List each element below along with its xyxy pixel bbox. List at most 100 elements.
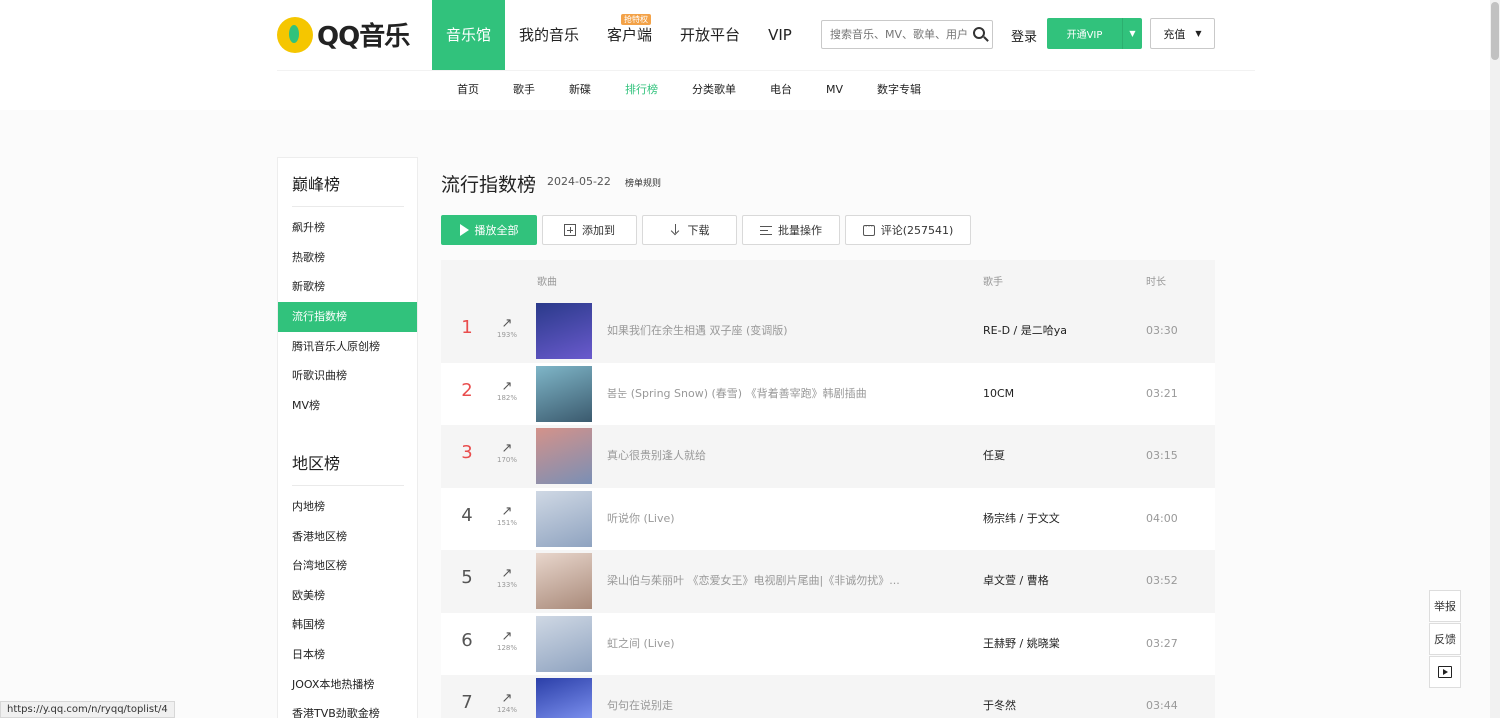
open-vip-button[interactable]: 开通VIP ▼ — [1047, 18, 1142, 49]
caret-down-icon[interactable]: ▼ — [1123, 29, 1142, 38]
arrow-up-icon: ↗ — [501, 691, 513, 706]
table-row[interactable]: 5 ↗ 133% 梁山伯与茱丽叶 《恋爱女王》电视剧片尾曲|《非诚勿扰》... 卓文萱 … — [441, 550, 1215, 613]
sidebar-item-mainland[interactable]: 内地榜 — [278, 492, 417, 522]
status-url: https://y.qq.com/n/ryqq/toplist/4 — [0, 701, 175, 718]
comment-button[interactable]: 评论(257541) — [845, 215, 971, 245]
search-icon[interactable] — [973, 27, 985, 39]
sidebar-item-mv[interactable]: MV榜 — [278, 391, 417, 421]
download-button[interactable]: 下载 — [642, 215, 737, 245]
sidebar-item-soaring[interactable]: 飙升榜 — [278, 213, 417, 243]
subnav-digital-albums[interactable]: 数字专辑 — [860, 70, 938, 110]
rank-change-percent: 128% — [496, 643, 517, 652]
play-all-button[interactable]: 播放全部 — [441, 215, 537, 245]
search-input[interactable] — [822, 21, 968, 48]
column-singer: 歌手 — [983, 277, 1003, 288]
sidebar-item-new[interactable]: 新歌榜 — [278, 272, 417, 302]
sidebar-item-hot[interactable]: 热歌榜 — [278, 243, 417, 273]
batch-operation-button[interactable]: 批量操作 — [742, 215, 840, 245]
play-all-label: 播放全部 — [474, 224, 519, 237]
page-title: 流行指数榜 — [441, 174, 537, 196]
sidebar-item-western[interactable]: 欧美榜 — [278, 581, 417, 611]
table-row[interactable]: 1 ↗ 193% 如果我们在余生相遇 双子座 (变调版) RE-D / 是二哈ya 03:… — [441, 300, 1215, 363]
album-cover[interactable] — [536, 490, 592, 547]
subnav-home[interactable]: 首页 — [440, 70, 496, 110]
singer-name[interactable]: 于冬然 — [983, 675, 1016, 718]
nav-client-label: 客户端 — [607, 26, 653, 44]
album-cover[interactable] — [536, 428, 592, 484]
report-button[interactable]: 举报 — [1429, 590, 1461, 622]
recharge-button[interactable]: 充值 ▼ — [1150, 18, 1215, 49]
rank-trend: ↗ 170% — [495, 442, 519, 464]
chart-rules-link[interactable]: 榜单规则 — [625, 176, 661, 189]
open-vip-label: 开通VIP — [1066, 30, 1103, 41]
add-to-button[interactable]: 添加到 — [542, 215, 637, 245]
nav-music-hall[interactable]: 音乐馆 — [432, 0, 506, 70]
song-title[interactable]: 句句在说别走 — [607, 675, 907, 718]
rank-number: 3 — [461, 442, 473, 463]
client-badge: 抢特权 — [621, 14, 652, 25]
logo-icon — [277, 16, 313, 53]
singer-name[interactable]: 卓文萱 / 曹格 — [983, 550, 1049, 613]
sidebar-item-japan[interactable]: 日本榜 — [278, 640, 417, 670]
feedback-button[interactable]: 反馈 — [1429, 623, 1461, 655]
nav-vip[interactable]: VIP — [754, 0, 806, 70]
table-row[interactable]: 7 ↗ 124% 句句在说别走 于冬然 03:44 — [441, 675, 1215, 718]
chart-sidebar: 巅峰榜 飙升榜 热歌榜 新歌榜 流行指数榜 腾讯音乐人原创榜 听歌识曲榜 MV榜… — [277, 157, 418, 718]
subnav-playlists[interactable]: 分类歌单 — [675, 70, 753, 110]
song-title[interactable]: 梁山伯与茱丽叶 《恋爱女王》电视剧片尾曲|《非诚勿扰》... — [607, 550, 907, 613]
rank-number: 6 — [461, 629, 473, 651]
album-cover[interactable] — [536, 303, 592, 359]
scrollbar-thumb[interactable] — [1491, 2, 1499, 60]
table-row[interactable]: 4 ↗ 151% 听说你 (Live) 杨宗纬 / 于文文 04:00 — [441, 487, 1215, 551]
singer-name[interactable]: 10CM — [983, 363, 1014, 426]
comment-label: 评论(257541) — [880, 224, 954, 237]
subnav-radio[interactable]: 电台 — [753, 70, 809, 110]
login-link[interactable]: 登录 — [1011, 26, 1037, 45]
top-header: QQ音乐 音乐馆 我的音乐 客户端 抢特权 开放平台 VIP 登录 开通VIP … — [0, 0, 1490, 110]
sidebar-item-song-recognition[interactable]: 听歌识曲榜 — [278, 361, 417, 391]
album-cover[interactable] — [536, 678, 592, 718]
subnav-mv[interactable]: MV — [809, 70, 860, 110]
song-duration: 03:21 — [1146, 386, 1178, 400]
subnav-singers[interactable]: 歌手 — [496, 70, 552, 110]
song-duration: 03:52 — [1146, 574, 1178, 587]
song-title[interactable]: 虹之间 (Live) — [607, 613, 907, 676]
song-title[interactable]: 봄눈 (Spring Snow) (春雪) 《背着善宰跑》韩剧插曲 — [607, 363, 907, 426]
subnav-new-albums[interactable]: 新碟 — [552, 70, 608, 110]
sidebar-item-original[interactable]: 腾讯音乐人原创榜 — [278, 332, 417, 362]
sidebar-item-hongkong[interactable]: 香港地区榜 — [278, 522, 417, 552]
album-cover[interactable] — [536, 615, 592, 672]
song-duration: 03:30 — [1146, 324, 1178, 337]
recharge-label: 充值 — [1163, 27, 1186, 41]
rank-trend: ↗ 193% — [495, 317, 519, 339]
sidebar-item-popularity[interactable]: 流行指数榜 — [278, 302, 417, 332]
sidebar-item-korea[interactable]: 韩国榜 — [278, 610, 417, 640]
qq-music-logo[interactable]: QQ音乐 — [277, 16, 410, 53]
nav-my-music[interactable]: 我的音乐 — [505, 0, 593, 70]
sidebar-item-joox[interactable]: JOOX本地热播榜 — [278, 670, 417, 700]
table-row[interactable]: 2 ↗ 182% 봄눈 (Spring Snow) (春雪) 《背着善宰跑》韩剧插曲 1… — [441, 362, 1215, 426]
caret-down-icon: ▼ — [1195, 29, 1202, 38]
rank-change-percent: 133% — [496, 581, 517, 589]
scrollbar-track[interactable] — [1490, 0, 1500, 718]
rank-change-percent: 170% — [496, 456, 517, 464]
album-cover[interactable] — [536, 553, 592, 609]
table-row[interactable]: 3 ↗ 170% 真心很贵别逢人就给 任夏 03:15 — [441, 425, 1215, 488]
nav-open-platform[interactable]: 开放平台 — [666, 0, 754, 70]
player-button[interactable] — [1429, 656, 1461, 688]
singer-name[interactable]: 杨宗纬 / 于文文 — [983, 488, 1060, 551]
singer-name[interactable]: RE-D / 是二哈ya — [983, 300, 1067, 363]
song-title[interactable]: 如果我们在余生相遇 双子座 (变调版) — [607, 300, 907, 363]
album-cover[interactable] — [536, 365, 592, 422]
rank-number: 1 — [461, 317, 473, 338]
sidebar-item-tvb[interactable]: 香港TVB劲歌金榜 — [278, 699, 417, 718]
song-title[interactable]: 听说你 (Live) — [607, 488, 907, 551]
singer-name[interactable]: 王赫野 / 姚晓棠 — [983, 613, 1060, 676]
column-duration: 时长 — [1146, 277, 1166, 288]
song-title[interactable]: 真心很贵别逢人就给 — [607, 425, 907, 488]
table-row[interactable]: 6 ↗ 128% 虹之间 (Live) 王赫野 / 姚晓棠 03:27 — [441, 612, 1215, 676]
singer-name[interactable]: 任夏 — [983, 425, 1005, 488]
nav-client[interactable]: 客户端 抢特权 — [593, 0, 666, 70]
sidebar-item-taiwan[interactable]: 台湾地区榜 — [278, 551, 417, 581]
subnav-charts[interactable]: 排行榜 — [608, 70, 675, 110]
